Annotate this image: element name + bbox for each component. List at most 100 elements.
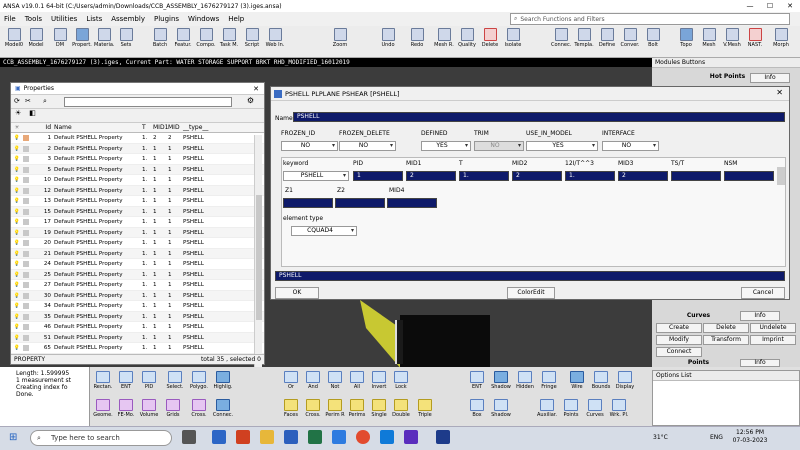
menu-tools[interactable]: Tools xyxy=(25,15,42,23)
outlook-icon[interactable] xyxy=(332,430,346,444)
table-row[interactable]: 💡 3 Default PSHELL Property 1. 1 1 PSHELL xyxy=(11,154,264,165)
card-field-pid[interactable]: 1 xyxy=(353,171,403,181)
tool-connec[interactable]: Connec. xyxy=(212,399,234,418)
tool-lock[interactable]: Lock xyxy=(390,371,412,390)
tool-fe-mo[interactable]: FE-Mo. xyxy=(115,399,137,418)
card-field-mid2[interactable]: 2 xyxy=(512,171,562,181)
card-field-mid1[interactable]: 2 xyxy=(406,171,456,181)
tool-curves[interactable]: Curves xyxy=(584,399,606,418)
table-row[interactable]: 💡 17 Default PSHELL Property 1. 1 1 PSHELL xyxy=(11,217,264,228)
name-field[interactable]: PSHELL xyxy=(293,112,785,122)
tool-templates[interactable]: Templa. xyxy=(574,28,594,48)
card-scrollbar[interactable] xyxy=(777,167,785,185)
column-t[interactable]: T xyxy=(142,123,153,132)
frozen-delete-select[interactable]: NO xyxy=(339,141,396,151)
edge-icon[interactable] xyxy=(212,430,226,444)
tool-isolate[interactable]: Isolate xyxy=(503,28,523,48)
table-row[interactable]: 💡 24 Default PSHELL Property 1. 1 1 PSHELL xyxy=(11,259,264,270)
chrome-icon[interactable] xyxy=(356,430,370,444)
table-row[interactable]: 💡 30 Default PSHELL Property 1. 1 1 PSHELL xyxy=(11,290,264,301)
card-field-12i-t-3[interactable]: 1. xyxy=(565,171,615,181)
taskbar-clock[interactable]: 12:56 PM 07-03-2023 xyxy=(728,429,772,445)
tool-ent[interactable]: ENT xyxy=(466,371,488,390)
tool-shadow[interactable]: Shadow xyxy=(490,371,512,390)
create-button[interactable]: Create xyxy=(656,323,702,333)
table-row[interactable]: 💡 65 Default PSHELL Property 1. 1 1 PSHELL xyxy=(11,343,264,354)
menu-assembly[interactable]: Assembly xyxy=(111,15,145,23)
minimize-button[interactable]: — xyxy=(740,0,760,12)
tool-properties[interactable]: Propert. xyxy=(72,28,92,48)
tool-polygo[interactable]: Polygo. xyxy=(188,371,210,390)
toggle-icon[interactable]: ◧ xyxy=(29,109,36,117)
points-info-button[interactable]: Info xyxy=(740,359,780,367)
tool-hidden[interactable]: Hidden xyxy=(514,371,536,390)
tool-triple[interactable]: Triple xyxy=(414,399,436,418)
coloredit-button[interactable]: ColorEdit xyxy=(507,287,555,299)
tool-double[interactable]: Double xyxy=(390,399,412,418)
tool-undo[interactable]: Undo xyxy=(378,28,398,48)
table-row[interactable]: 💡 2 Default PSHELL Property 1. 1 1 PSHELL xyxy=(11,143,264,154)
tool-sets[interactable]: Sets xyxy=(116,28,136,48)
show-icon[interactable]: ☀ xyxy=(15,109,21,117)
table-row[interactable]: 💡 27 Default PSHELL Property 1. 1 1 PSHELL xyxy=(11,280,264,291)
menu-plugins[interactable]: Plugins xyxy=(154,15,179,23)
column-id[interactable]: Id xyxy=(31,123,54,132)
menu-help[interactable]: Help xyxy=(228,15,244,23)
tool-volume[interactable]: Volume xyxy=(138,399,160,418)
search-icon[interactable]: ⌕ xyxy=(43,97,47,106)
tool-mesh-r[interactable]: Mesh R. xyxy=(434,28,454,48)
tool-wrk-pl[interactable]: Wrk. Pl. xyxy=(608,399,630,418)
tool-vmesh[interactable]: V.Mesh xyxy=(722,28,742,48)
task-view-icon[interactable] xyxy=(182,430,196,444)
word-icon[interactable] xyxy=(284,430,298,444)
table-row[interactable]: 💡 46 Default PSHELL Property 1. 1 1 PSHELL xyxy=(11,322,264,333)
ansa-icon[interactable] xyxy=(436,430,450,444)
tool-redo[interactable]: Redo xyxy=(407,28,427,48)
ok-button[interactable]: OK xyxy=(275,287,319,299)
tool-invert[interactable]: Invert xyxy=(368,371,390,390)
table-row[interactable]: 💡 34 Default PSHELL Property 1. 1 1 PSHELL xyxy=(11,301,264,312)
tool-mesh[interactable]: Mesh xyxy=(699,28,719,48)
column-name[interactable]: Name xyxy=(54,123,142,132)
tool-model0[interactable]: Model0 xyxy=(4,28,24,48)
card-field-z2[interactable] xyxy=(335,198,385,208)
card-field-ts-t[interactable] xyxy=(671,171,721,181)
tool-cross[interactable]: Cross. xyxy=(188,399,210,418)
card-field-t[interactable]: 1. xyxy=(459,171,509,181)
tool-points[interactable]: Points xyxy=(560,399,582,418)
tool-define[interactable]: Define xyxy=(597,28,617,48)
menu-windows[interactable]: Windows xyxy=(188,15,219,23)
menu-file[interactable]: File xyxy=(4,15,16,23)
tool-convert[interactable]: Conver. xyxy=(620,28,640,48)
undelete-button[interactable]: Undelete xyxy=(750,323,796,333)
defined-select[interactable]: YES xyxy=(421,141,471,151)
column-mid[interactable]: MID xyxy=(168,123,183,132)
tool-auxiliar[interactable]: Auxiliar. xyxy=(536,399,558,418)
tool-perim-r[interactable]: Perim R xyxy=(324,399,346,418)
tool-pid[interactable]: PID xyxy=(138,371,160,390)
tool-model[interactable]: Model xyxy=(26,28,46,48)
tool-feature[interactable]: Featur. xyxy=(173,28,193,48)
tool-or[interactable]: Or xyxy=(280,371,302,390)
tool-connections[interactable]: Connec. xyxy=(551,28,571,48)
tool-and[interactable]: And xyxy=(302,371,324,390)
column-mid1[interactable]: MID1 xyxy=(153,123,168,132)
tool-grids[interactable]: Grids xyxy=(162,399,184,418)
table-row[interactable]: 💡 35 Default PSHELL Property 1. 1 1 PSHELL xyxy=(11,311,264,322)
menu-lists[interactable]: Lists xyxy=(86,15,102,23)
tool-display[interactable]: Display xyxy=(614,371,636,390)
menu-utilities[interactable]: Utilities xyxy=(51,15,77,23)
card-field-nsm[interactable] xyxy=(724,171,774,181)
tool-ent[interactable]: ENT xyxy=(115,371,137,390)
comment-field[interactable]: PSHELL xyxy=(275,271,785,281)
close-button[interactable]: ✕ xyxy=(780,0,800,12)
clear-filter-icon[interactable]: ✂ xyxy=(25,97,31,105)
table-row[interactable]: 💡 21 Default PSHELL Property 1. 1 1 PSHELL xyxy=(11,248,264,259)
tool-morph[interactable]: Morph xyxy=(771,28,791,48)
tool-zoom[interactable]: Zoom xyxy=(330,28,350,48)
tool-bolt[interactable]: Bolt xyxy=(643,28,663,48)
tool-script[interactable]: Script xyxy=(242,28,262,48)
tool-geome[interactable]: Geome. xyxy=(92,399,114,418)
modify-button[interactable]: Modify xyxy=(656,335,702,345)
tool-faces[interactable]: Faces xyxy=(280,399,302,418)
